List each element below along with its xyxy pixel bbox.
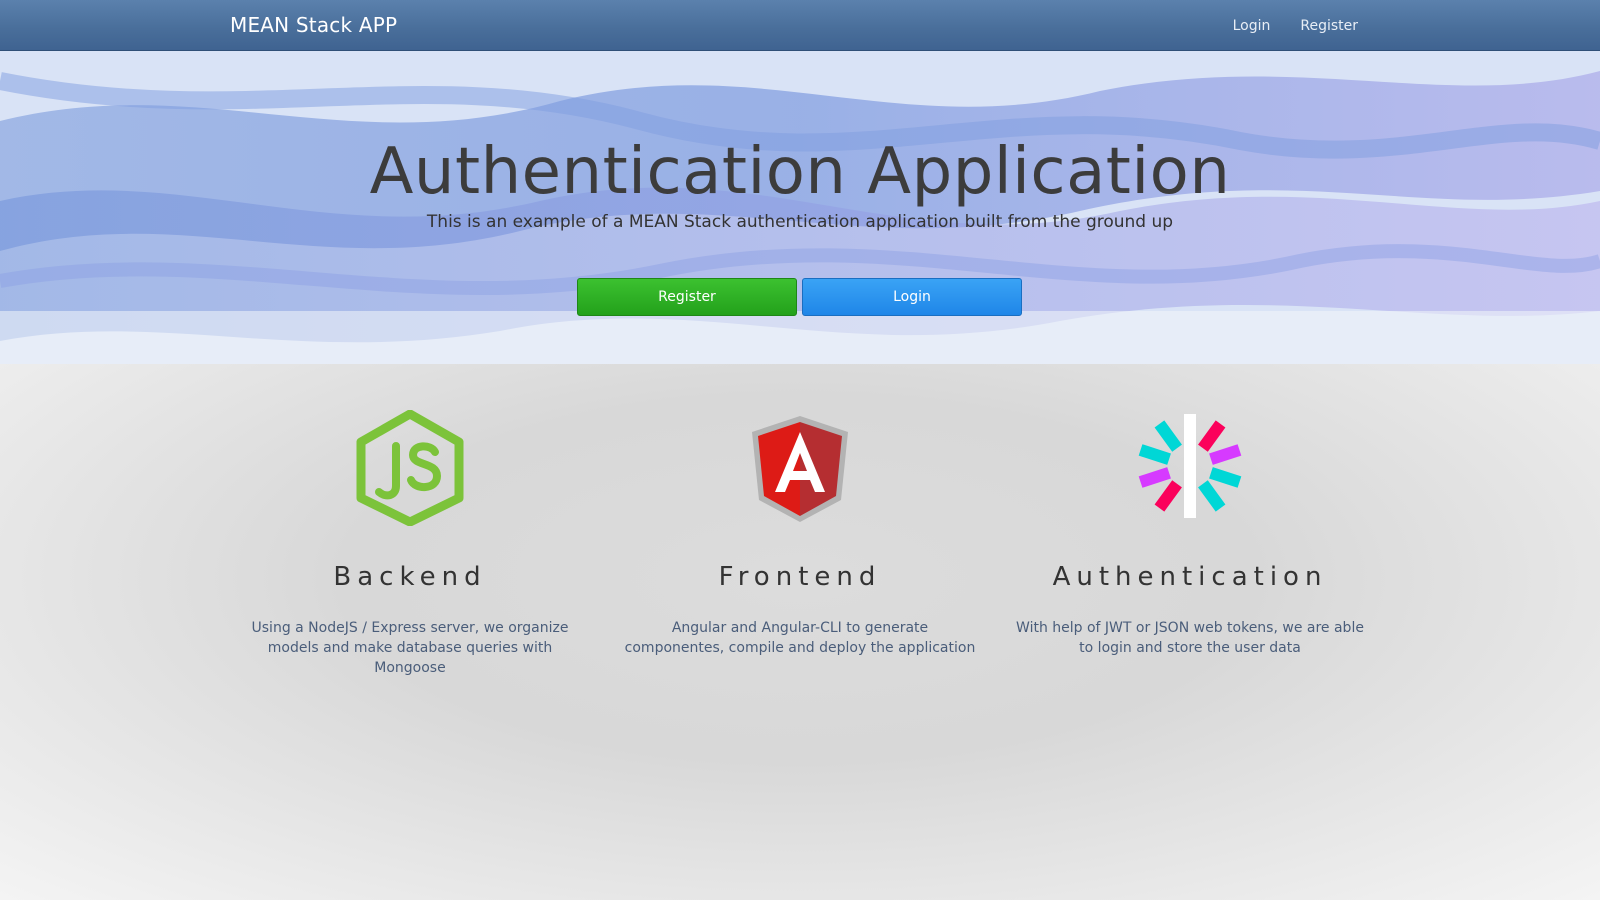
feature-title: Frontend — [718, 562, 882, 592]
brand-link[interactable]: MEAN Stack APP — [230, 13, 397, 37]
hero-login-button[interactable]: Login — [802, 278, 1022, 316]
hero-title: Authentication Application — [369, 135, 1231, 209]
features-section: Backend Using a NodeJS / Express server,… — [0, 364, 1600, 900]
nodejs-logo-icon — [356, 410, 464, 526]
feature-description: Angular and Angular-CLI to generate comp… — [624, 620, 976, 656]
hero-register-button[interactable]: Register — [577, 278, 797, 316]
nav-links: Login Register — [1233, 18, 1358, 34]
nav-login-link[interactable]: Login — [1233, 18, 1271, 34]
feature-title: Backend — [333, 562, 487, 592]
feature-title: Authentication — [1052, 562, 1328, 592]
feature-description: With help of JWT or JSON web tokens, we … — [1016, 620, 1364, 656]
top-navbar: MEAN Stack APP Login Register — [0, 0, 1600, 51]
nav-register-link[interactable]: Register — [1300, 18, 1358, 34]
jwt-logo-icon — [1138, 414, 1242, 518]
hero-subtitle: This is an example of a MEAN Stack authe… — [426, 212, 1174, 232]
hero-section: Authentication Application This is an ex… — [0, 51, 1600, 364]
feature-description: Using a NodeJS / Express server, we orga… — [251, 620, 569, 676]
angular-logo-icon — [752, 416, 848, 522]
